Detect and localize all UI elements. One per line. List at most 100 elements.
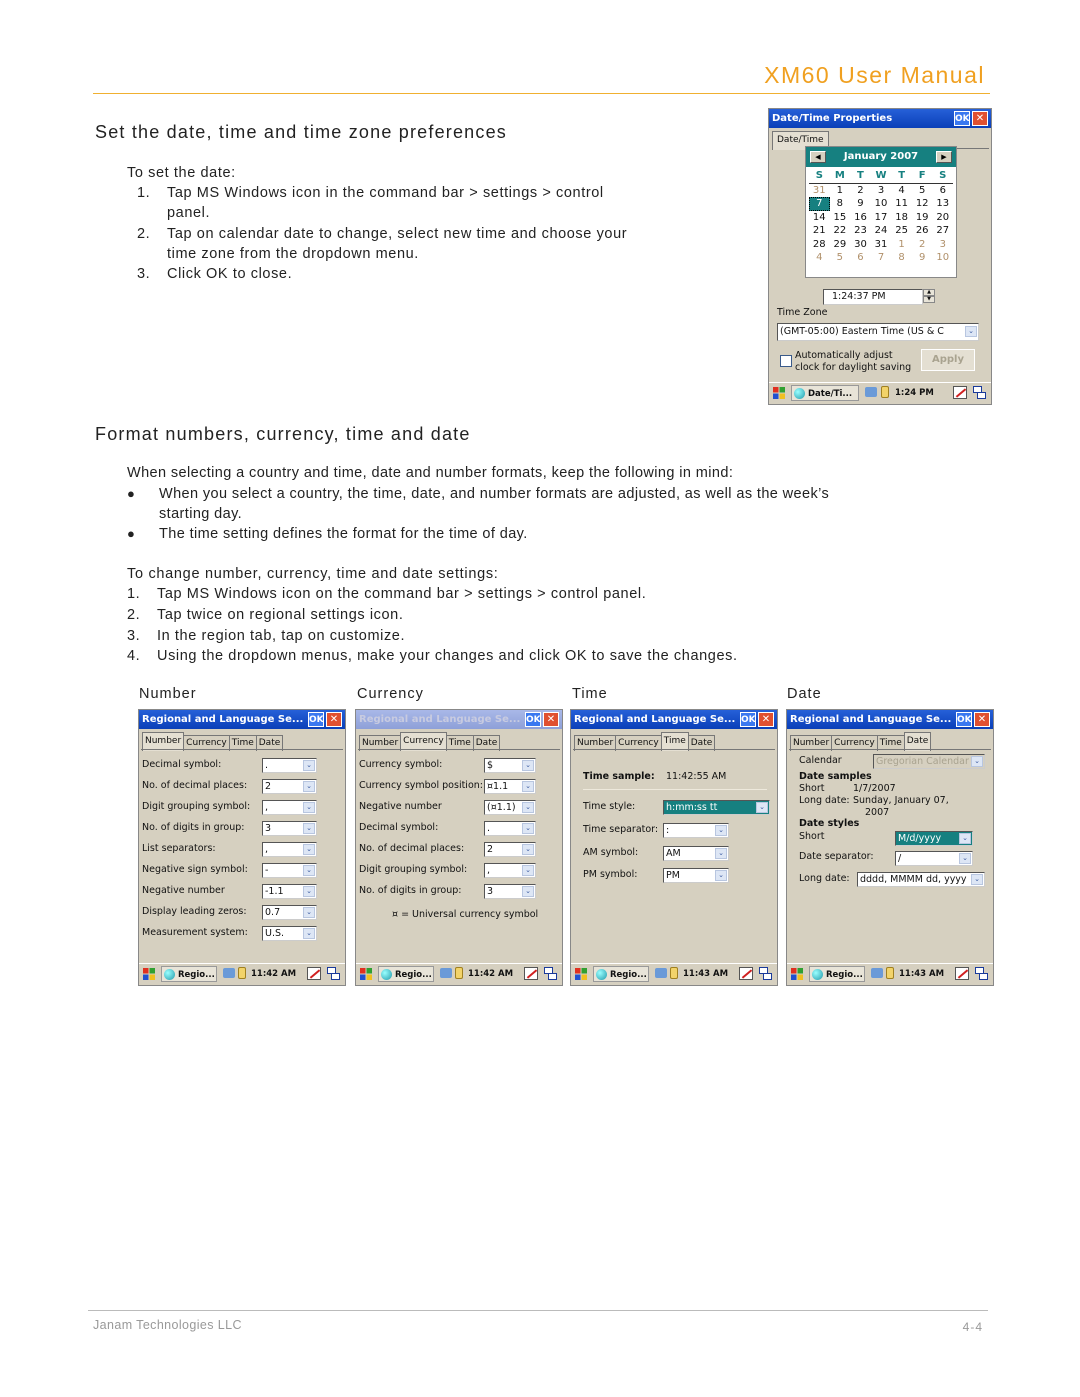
- time-spinner[interactable]: ▲ ▼: [923, 289, 935, 304]
- calendar-day[interactable]: 4: [809, 251, 830, 265]
- network-icon[interactable]: [223, 968, 235, 978]
- ok-button[interactable]: OK: [308, 712, 324, 727]
- number-setting-dropdown[interactable]: U.S. ⌄: [262, 926, 317, 941]
- number-setting-dropdown[interactable]: 2 ⌄: [262, 779, 317, 794]
- power-plug-icon[interactable]: [238, 967, 246, 979]
- time-zone-dropdown[interactable]: (GMT-05:00) Eastern Time (US & C ⌄: [777, 323, 979, 341]
- taskbar-clock[interactable]: 11:42 AM: [468, 964, 513, 985]
- input-panel-icon[interactable]: [955, 967, 969, 980]
- calendar-day[interactable]: 12: [912, 197, 933, 211]
- calendar-day[interactable]: 1: [830, 184, 851, 198]
- currency-setting-dropdown[interactable]: (¤1.1) ⌄: [484, 800, 536, 815]
- input-panel-icon[interactable]: [307, 967, 321, 980]
- calendar-day[interactable]: 8: [830, 197, 851, 211]
- desktop-windows-icon[interactable]: [544, 967, 558, 981]
- calendar-day[interactable]: 26: [912, 224, 933, 238]
- ok-button[interactable]: OK: [740, 712, 756, 727]
- ok-button[interactable]: OK: [956, 712, 972, 727]
- time-setting-dropdown[interactable]: h:mm:ss tt ⌄: [663, 800, 770, 815]
- calendar-dropdown[interactable]: Gregorian Calendar ⌄: [873, 754, 985, 769]
- desktop-windows-icon[interactable]: [759, 967, 773, 981]
- taskbar-app-button[interactable]: Regio...: [593, 966, 649, 982]
- calendar-day[interactable]: 2: [850, 184, 871, 198]
- power-plug-icon[interactable]: [881, 386, 889, 398]
- number-setting-dropdown[interactable]: - ⌄: [262, 863, 317, 878]
- calendar-day[interactable]: 5: [830, 251, 851, 265]
- currency-setting-dropdown[interactable]: ¤1.1 ⌄: [484, 779, 536, 794]
- short-date-style-dropdown[interactable]: M/d/yyyy ⌄: [895, 831, 973, 846]
- time-setting-dropdown[interactable]: PM ⌄: [663, 868, 729, 883]
- calendar-day[interactable]: 21: [809, 224, 830, 238]
- long-date-style-dropdown[interactable]: dddd, MMMM dd, yyyy ⌄: [857, 872, 985, 887]
- calendar-day-selected[interactable]: 7: [809, 197, 830, 211]
- number-setting-dropdown[interactable]: , ⌄: [262, 800, 317, 815]
- time-setting-dropdown[interactable]: AM ⌄: [663, 846, 729, 861]
- taskbar-clock[interactable]: 11:42 AM: [251, 964, 296, 985]
- calendar-day[interactable]: 25: [891, 224, 912, 238]
- number-setting-dropdown[interactable]: -1.1 ⌄: [262, 884, 317, 899]
- desktop-windows-icon[interactable]: [327, 967, 341, 981]
- number-setting-dropdown[interactable]: 0.7 ⌄: [262, 905, 317, 920]
- number-setting-dropdown[interactable]: 3 ⌄: [262, 821, 317, 836]
- calendar-day[interactable]: 9: [850, 197, 871, 211]
- input-panel-icon[interactable]: [524, 967, 538, 980]
- calendar-day[interactable]: 23: [850, 224, 871, 238]
- calendar-day[interactable]: 7: [871, 251, 892, 265]
- taskbar-app-button[interactable]: Date/Ti...: [791, 385, 859, 401]
- calendar-day[interactable]: 16: [850, 211, 871, 225]
- calendar-day[interactable]: 10: [871, 197, 892, 211]
- calendar-day[interactable]: 1: [891, 238, 912, 252]
- windows-start-icon[interactable]: [359, 967, 373, 981]
- power-plug-icon[interactable]: [670, 967, 678, 979]
- windows-start-icon[interactable]: [574, 967, 588, 981]
- taskbar-clock[interactable]: 11:43 AM: [683, 964, 728, 985]
- calendar-day[interactable]: 31: [871, 238, 892, 252]
- next-month-button[interactable]: ▶: [936, 151, 952, 163]
- calendar-day[interactable]: 5: [912, 184, 933, 198]
- calendar-day[interactable]: 13: [932, 197, 953, 211]
- calendar-day[interactable]: 22: [830, 224, 851, 238]
- calendar-day[interactable]: 2: [912, 238, 933, 252]
- desktop-windows-icon[interactable]: [973, 386, 987, 400]
- input-panel-icon[interactable]: [739, 967, 753, 980]
- calendar-day[interactable]: 29: [830, 238, 851, 252]
- calendar-day[interactable]: 19: [912, 211, 933, 225]
- power-plug-icon[interactable]: [886, 967, 894, 979]
- currency-setting-dropdown[interactable]: $ ⌄: [484, 758, 536, 773]
- spin-up-icon[interactable]: ▲: [923, 289, 935, 296]
- currency-setting-dropdown[interactable]: 2 ⌄: [484, 842, 536, 857]
- number-setting-dropdown[interactable]: . ⌄: [262, 758, 317, 773]
- desktop-windows-icon[interactable]: [975, 967, 989, 981]
- prev-month-button[interactable]: ◀: [810, 151, 826, 163]
- number-setting-dropdown[interactable]: , ⌄: [262, 842, 317, 857]
- calendar-day[interactable]: 24: [871, 224, 892, 238]
- time-input[interactable]: 1:24:37 PM: [823, 289, 923, 305]
- calendar-day[interactable]: 14: [809, 211, 830, 225]
- calendar-day[interactable]: 30: [850, 238, 871, 252]
- calendar-day[interactable]: 31: [809, 184, 830, 198]
- taskbar-app-button[interactable]: Regio...: [161, 966, 217, 982]
- calendar-day[interactable]: 6: [850, 251, 871, 265]
- calendar-day[interactable]: 10: [932, 251, 953, 265]
- currency-setting-dropdown[interactable]: 3 ⌄: [484, 884, 536, 899]
- calendar-day[interactable]: 3: [932, 238, 953, 252]
- calendar-day[interactable]: 11: [891, 197, 912, 211]
- network-icon[interactable]: [871, 968, 883, 978]
- calendar-day[interactable]: 8: [891, 251, 912, 265]
- power-plug-icon[interactable]: [455, 967, 463, 979]
- calendar-day[interactable]: 9: [912, 251, 933, 265]
- close-button[interactable]: ✕: [326, 712, 342, 727]
- calendar-day[interactable]: 4: [891, 184, 912, 198]
- calendar-day[interactable]: 6: [932, 184, 953, 198]
- close-button[interactable]: ✕: [972, 111, 988, 126]
- spin-down-icon[interactable]: ▼: [923, 296, 935, 303]
- ok-button[interactable]: OK: [954, 111, 970, 126]
- daylight-saving-checkbox[interactable]: [780, 355, 792, 367]
- network-icon[interactable]: [655, 968, 667, 978]
- network-icon[interactable]: [865, 387, 877, 397]
- windows-start-icon[interactable]: [142, 967, 156, 981]
- apply-button[interactable]: Apply: [921, 349, 975, 371]
- windows-start-icon[interactable]: [772, 386, 786, 400]
- close-button[interactable]: ✕: [758, 712, 774, 727]
- date-separator-dropdown[interactable]: / ⌄: [895, 851, 973, 866]
